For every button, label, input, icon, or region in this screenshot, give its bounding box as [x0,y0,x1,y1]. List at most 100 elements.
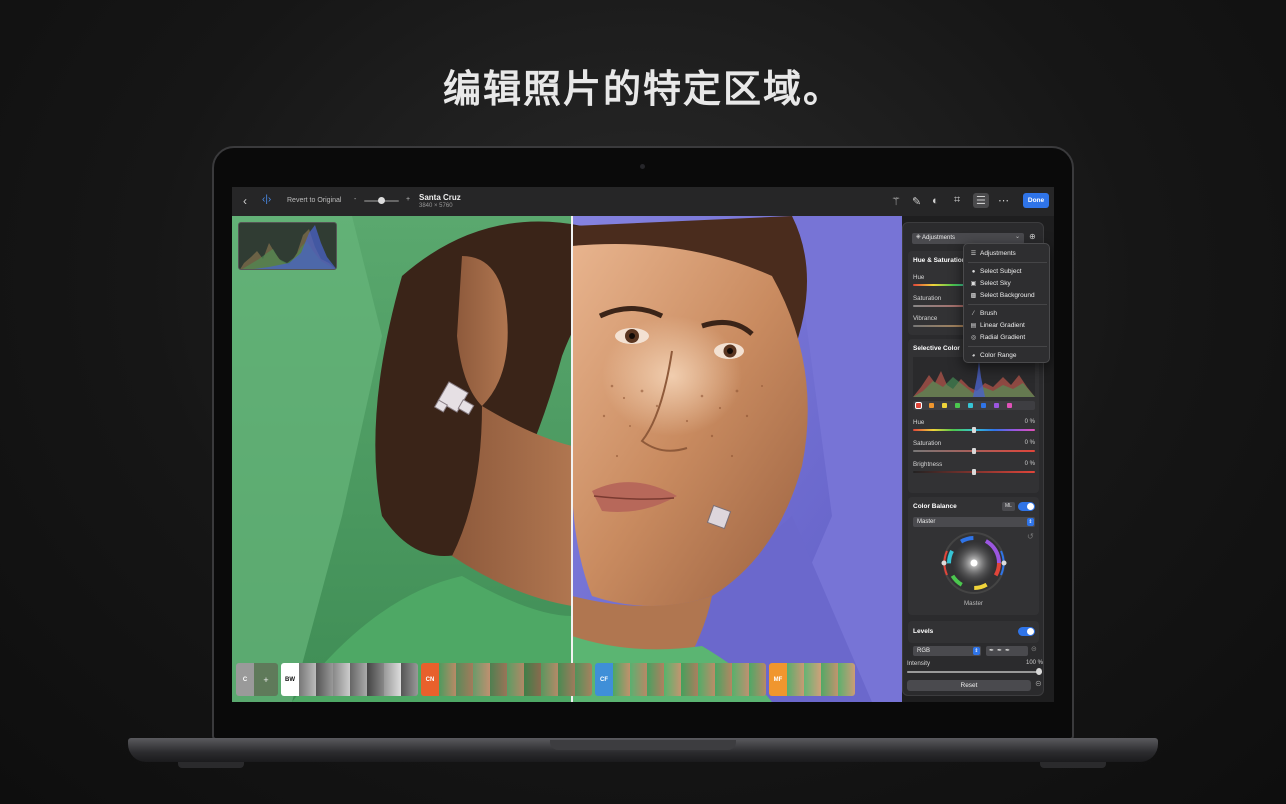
menu-item-select-background[interactable]: ▩ Select Background [970,292,1035,299]
laptop-foot-left [178,762,244,768]
color-swatch[interactable] [915,402,922,409]
section-title: Color Balance [913,503,957,510]
color-balance-toggle[interactable] [1018,502,1035,511]
preset-tag[interactable]: MF [769,663,787,696]
color-swatch[interactable] [1007,403,1012,408]
more-icon[interactable]: ⋯ [998,194,1009,207]
headline: 编辑照片的特定区域。 [442,67,843,111]
preset-strip: C + BW CN CF MF [236,663,855,696]
laptop-opening-lip [550,740,736,750]
menu-item-color-range[interactable]: ◕ Color Range [970,352,1017,359]
sc-brightness-label: Brightness [913,461,943,468]
color-swatch[interactable] [955,403,960,408]
color-swatch[interactable] [929,403,934,408]
document-dimensions: 3840 × 5760 [419,203,453,209]
compare-split-icon[interactable]: ‹|› [262,194,271,205]
preset-group-cn[interactable]: CN [421,663,592,696]
sc-saturation-value: 0 % [1024,440,1035,446]
preset-group-c[interactable]: C + [236,663,278,696]
add-preset-icon[interactable]: + [254,663,278,696]
preset-tag[interactable]: C [236,663,254,696]
menu-separator [968,304,1047,305]
menu-item-select-sky[interactable]: ▣ Select Sky [970,280,1011,287]
chevron-updown-icon: ⇕ [1027,518,1034,526]
crop-icon[interactable]: ⌗ [954,194,960,207]
preset-group-bw[interactable]: BW [281,663,418,696]
menu-item-linear-gradient[interactable]: ▤ Linear Gradient [970,322,1025,329]
zoom-plus[interactable]: + [406,196,410,203]
intensity-value: 100 % [1025,660,1043,666]
brush-icon: ⁄ [972,310,974,317]
levels-toggle[interactable] [1018,627,1035,636]
color-balance-mode-select[interactable]: Master ⇕ [913,517,1035,527]
color-wheel[interactable] [937,531,1011,595]
color-swatch[interactable] [981,403,986,408]
layers-icon: ◈ [916,234,921,240]
chevron-down-icon: ⌄ [1015,234,1021,240]
revert-to-original-button[interactable]: Revert to Original [287,197,341,204]
laptop-foot-right [1040,762,1106,768]
preset-tag[interactable]: CF [595,663,613,696]
histogram-overlay [238,222,337,270]
menu-item-select-subject[interactable]: ● Select Subject [970,268,1022,275]
color-swatch[interactable] [968,403,973,408]
hue-label: Hue [913,274,925,281]
ml-badge[interactable]: ML [1002,502,1015,511]
sliders-icon: ☰ [970,251,977,257]
saturation-label: Saturation [913,295,942,302]
sc-brightness-knob[interactable] [972,469,976,475]
app-screen: ‹ ‹|› Revert to Original - + Santa Cruz … [232,187,1054,702]
color-swatch[interactable] [994,403,999,408]
eyedropper-tools[interactable]: ✒✒✒ [986,646,1028,656]
reset-button[interactable]: Reset [907,680,1031,691]
adjustments-icon[interactable]: ☰ [976,194,986,207]
levels-section: Levels [908,621,1039,643]
eraser-icon[interactable]: ✎ [912,195,921,208]
mask-icon[interactable]: ◐ [932,195,939,207]
menu-separator [968,346,1047,347]
menu-separator [968,262,1047,263]
sc-saturation-knob[interactable] [972,448,976,454]
person-icon: ● [971,268,976,275]
sc-brightness-value: 0 % [1024,461,1035,467]
preset-group-cf[interactable]: CF [595,663,766,696]
preset-tag[interactable]: BW [281,663,299,696]
chevron-left-icon[interactable]: ‹ [243,194,247,208]
sc-hue-knob[interactable] [972,427,976,433]
zoom-minus[interactable]: - [354,196,356,203]
vibrance-label: Vibrance [913,315,938,322]
compare-split-line[interactable] [571,216,573,702]
background-icon: ▩ [970,293,977,299]
toolbar: ‹ ‹|› Revert to Original - + Santa Cruz … [232,187,1054,216]
add-layer-icon[interactable]: ⊕ [1029,232,1036,241]
levels-channel-select[interactable]: RGB ⇕ [913,646,981,656]
document-title: Santa Cruz [419,193,461,202]
preset-group-mf[interactable]: MF [769,663,855,696]
menu-item-brush[interactable]: ⁄ Brush [970,310,997,317]
menu-item-radial-gradient[interactable]: ◎ Radial Gradient [970,334,1025,341]
linear-gradient-icon: ▤ [970,323,977,329]
intensity-knob[interactable] [1036,668,1042,675]
radial-gradient-icon: ◎ [970,335,977,341]
sc-hue-label: Hue [913,419,925,426]
preset-tag[interactable]: CN [421,663,439,696]
zoom-slider-knob[interactable] [378,197,385,204]
selective-color-histogram [913,357,1035,397]
sc-hue-value: 0 % [1024,419,1035,425]
chevron-updown-icon: ⇕ [973,647,980,655]
magic-wand-icon[interactable]: ⚚ [891,195,901,208]
wheel-label: Master [964,600,983,607]
section-title: Levels [913,628,934,635]
sc-saturation-label: Saturation [913,440,942,447]
color-swatches [915,402,1012,409]
add-adjustment-menu: ☰ Adjustments ● Select Subject ▣ Select Sky… [963,243,1050,363]
color-swatch[interactable] [942,403,947,408]
color-balance-section: Color Balance ML Master ⇕ ↺ Master [908,497,1039,615]
levels-options-icon[interactable]: ⊝ [1031,645,1037,653]
sky-icon: ▣ [970,281,977,287]
section-title: Selective Color [913,345,960,352]
menu-item-adjustments[interactable]: ☰ Adjustments [970,250,1016,257]
remove-icon[interactable]: ⊝ [1035,679,1042,688]
done-button[interactable]: Done [1023,193,1049,208]
reset-wheel-icon[interactable]: ↺ [1027,532,1034,541]
